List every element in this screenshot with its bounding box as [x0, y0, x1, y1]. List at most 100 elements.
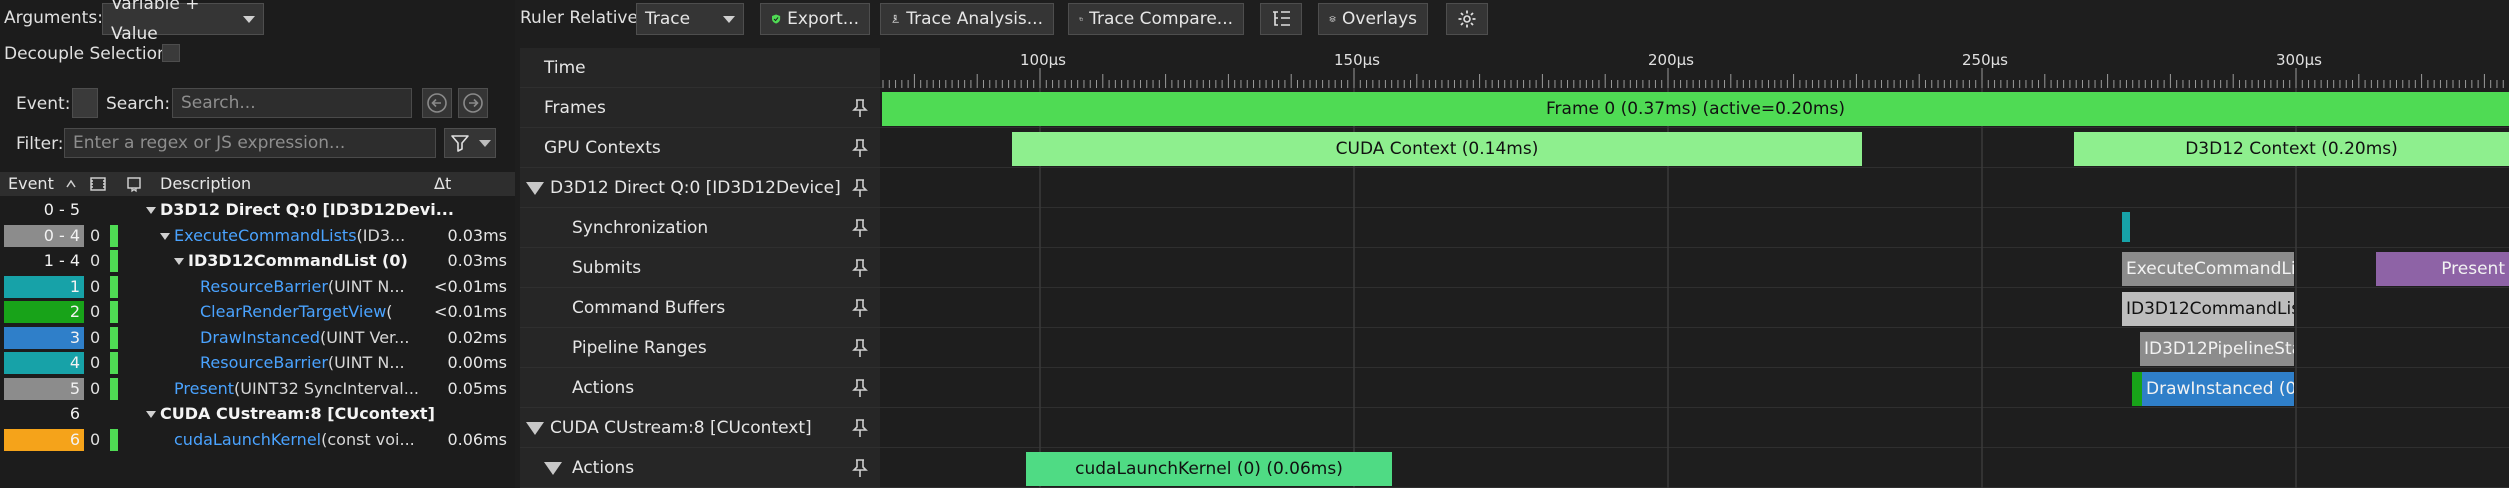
shield-check-icon [772, 14, 781, 24]
collapse-arrow-icon[interactable] [544, 462, 562, 475]
timeline-row-label: GPU Contexts [544, 138, 661, 158]
pin-icon[interactable] [850, 378, 870, 398]
overlays-button[interactable]: Overlays [1318, 3, 1428, 35]
function-args: (ID3... [356, 225, 406, 245]
execute-command-lists-block[interactable]: ExecuteCommandLis [2122, 252, 2294, 286]
search-next-button[interactable] [458, 88, 488, 118]
column-event[interactable]: Event [8, 174, 54, 193]
ruler-tick-label: 250µs [1962, 51, 2008, 69]
event-description: ExecuteCommandLists(ID3... [174, 225, 430, 247]
export-button[interactable]: Export... [760, 3, 870, 35]
event-delta-time: 0.06ms [447, 429, 507, 449]
cuda-context-block[interactable]: CUDA Context (0.14ms) [1012, 132, 1862, 166]
table-row[interactable]: 0 - 5 D3D12 Direct Q:0 [ID3D12Devi... [0, 198, 515, 223]
event-table-header: Event Description Δt [0, 172, 515, 196]
ruler-relative-dropdown[interactable]: Trace [636, 3, 744, 35]
expand-arrow-icon[interactable] [174, 258, 184, 265]
function-args: (UINT N... [327, 353, 405, 372]
table-row[interactable]: 6 CUDA CUstream:8 [CUcontext] [0, 402, 515, 427]
decouple-selection-label: Decouple Selection [4, 44, 168, 64]
group-name: D3D12 Direct Q:0 [ID3D12Devi... [160, 200, 454, 219]
event-description: ResourceBarrier(UINT N... [200, 352, 430, 374]
column-description[interactable]: Description [160, 174, 251, 193]
command-list-block[interactable]: ID3D12CommandList [2122, 292, 2294, 326]
event-input[interactable] [72, 88, 98, 118]
table-row[interactable]: 4 0 ResourceBarrier(UINT N... 0.00ms [0, 351, 515, 376]
ruler-relative-label: Ruler Relative: [520, 8, 644, 28]
table-row[interactable]: 1 - 4 0 ID3D12CommandList (0) 0.03ms [0, 249, 515, 274]
expand-arrow-icon[interactable] [146, 207, 156, 214]
draw-instanced-block[interactable]: DrawInstanced (0) [2142, 372, 2294, 406]
event-delta-time: 0.00ms [447, 353, 507, 372]
pipeline-stat-block[interactable]: ID3D12PipelineStat [2140, 332, 2294, 366]
timeline-row-label: Actions [572, 378, 635, 398]
arguments-label: Arguments: [4, 8, 103, 28]
table-row[interactable]: 1 0 ResourceBarrier(UINT N... <0.01ms [0, 275, 515, 300]
arrow-left-icon [427, 93, 447, 113]
arguments-dropdown[interactable]: Variable + Value [102, 0, 264, 44]
filter-input[interactable] [64, 128, 436, 158]
function-name: cudaLaunchKernel [174, 429, 322, 449]
bookmark-bar [110, 275, 118, 298]
collapse-arrow-icon[interactable] [526, 182, 544, 195]
timeline-row-label: Synchronization [572, 218, 709, 238]
settings-button[interactable] [1446, 3, 1488, 35]
pin-icon[interactable] [850, 258, 870, 278]
overlays-label: Overlays [1342, 9, 1417, 29]
event-index: 1 [4, 275, 84, 298]
gear-icon [1458, 10, 1476, 28]
pin-icon[interactable] [850, 338, 870, 358]
arguments-value: Variable + Value [111, 0, 200, 44]
copy-icon [1079, 17, 1083, 21]
pin-icon[interactable] [850, 98, 870, 118]
event-index: 6 [4, 428, 84, 451]
trace-compare-button[interactable]: Trace Compare... [1068, 3, 1244, 35]
table-row[interactable]: 3 0 DrawInstanced(UINT Ver... 0.02ms [0, 326, 515, 351]
event-description: CUDA CUstream:8 [CUcontext] [160, 403, 505, 425]
table-row[interactable]: 6 0 cudaLaunchKernel(const voi... 0.06ms [0, 428, 515, 453]
timeline-row-label: Frames [544, 98, 606, 118]
tree-view-button[interactable] [1260, 3, 1302, 35]
collapse-arrow-icon[interactable] [526, 422, 544, 435]
event-label: Event: [16, 94, 71, 114]
filter-options-button[interactable] [444, 128, 496, 158]
sync-marker[interactable] [2122, 212, 2130, 242]
cuda-launch-kernel-block[interactable]: cudaLaunchKernel (0) (0.06ms) [1026, 452, 1392, 486]
d3d12-context-block[interactable]: D3D12 Context (0.20ms) [2074, 132, 2509, 166]
trace-analysis-button[interactable]: Trace Analysis... [880, 3, 1054, 35]
timeline-view[interactable]: Time Frames GPU Contexts D3D12 Direct Q:0 [… [520, 48, 2509, 488]
arrow-right-icon [463, 93, 483, 113]
expand-arrow-icon[interactable] [160, 232, 170, 240]
bookmark-bar [110, 224, 118, 247]
event-description: cudaLaunchKernel(const voi... [174, 429, 430, 451]
bookmark-bar [110, 250, 118, 272]
pin-icon[interactable] [850, 418, 870, 438]
pin-icon[interactable] [850, 298, 870, 318]
frame-block[interactable]: Frame 0 (0.37ms) (active=0.20ms) [882, 92, 2509, 126]
present-block[interactable]: Present [2376, 252, 2509, 286]
draw-accent[interactable] [2132, 372, 2142, 406]
table-row[interactable]: 0 - 4 0 ExecuteCommandLists(ID3... 0.03ms [0, 224, 515, 249]
group-name: CUDA CUstream:8 [CUcontext] [160, 404, 435, 423]
group-name: ID3D12CommandList (0) [188, 251, 408, 270]
timeline-row-label: Actions [572, 458, 635, 478]
column-delta-time[interactable]: Δt [434, 174, 451, 193]
pin-icon[interactable] [850, 218, 870, 238]
event-index: 6 [69, 404, 80, 423]
table-row[interactable]: 2 0 ClearRenderTargetView(<0.01ms [0, 300, 515, 325]
trace-analysis-label: Trace Analysis... [906, 9, 1043, 29]
decouple-selection-checkbox[interactable] [162, 44, 180, 62]
pin-icon[interactable] [850, 458, 870, 478]
table-row[interactable]: 5 0 Present(UINT32 SyncInterval... 0.05ms [0, 377, 515, 402]
search-prev-button[interactable] [422, 88, 452, 118]
event-delta-time: 0.03ms [447, 251, 507, 270]
event-description: ClearRenderTargetView( [200, 301, 430, 323]
pin-icon[interactable] [850, 138, 870, 158]
expand-arrow-icon[interactable] [146, 411, 156, 418]
search-input[interactable] [172, 88, 412, 118]
function-name: DrawInstanced [200, 327, 320, 347]
pin-icon[interactable] [850, 178, 870, 198]
function-name: ResourceBarrier [200, 276, 328, 296]
event-delta-time: 0.02ms [447, 327, 507, 347]
event-description: Present(UINT32 SyncInterval... [174, 378, 430, 400]
